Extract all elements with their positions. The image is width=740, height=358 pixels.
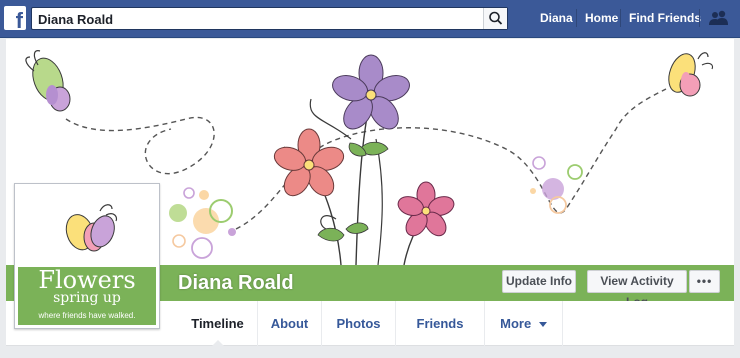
tab-friends[interactable]: Friends (396, 301, 485, 346)
chevron-down-icon (538, 321, 547, 327)
search-button[interactable] (483, 8, 507, 29)
nav-find-friends-link[interactable]: Find Friends (629, 11, 701, 25)
butterfly-icon (65, 204, 118, 252)
tab-label: About (270, 316, 309, 331)
facebook-logo[interactable]: f (4, 6, 26, 33)
top-bar: f Diana Home Find Friends (0, 0, 740, 38)
tab-label: Timeline (191, 316, 244, 331)
nav-divider (620, 9, 621, 27)
nav-divider (699, 9, 700, 27)
profile-picture[interactable]: Flowers spring up where friends have wal… (14, 183, 160, 329)
search-box (31, 7, 508, 30)
nav-profile-link[interactable]: Diana (540, 11, 573, 25)
tab-label: Photos (336, 316, 381, 331)
search-input[interactable] (38, 10, 478, 28)
tab-more[interactable]: More (485, 301, 563, 346)
profile-picture-tagline: where friends have walked. (38, 311, 136, 320)
view-activity-log-button[interactable]: View Activity Log (587, 270, 687, 309)
more-options-button[interactable]: ••• (689, 270, 720, 293)
search-icon (489, 11, 503, 25)
facebook-logo-letter: f (15, 8, 23, 33)
profile-picture-image: Flowers spring up where friends have wal… (18, 187, 156, 325)
tab-photos[interactable]: Photos (322, 301, 396, 346)
update-info-button[interactable]: Update Info (502, 270, 576, 293)
nav-divider (576, 9, 577, 27)
nav-home-link[interactable]: Home (585, 11, 618, 25)
profile-picture-subtitle: spring up (53, 290, 121, 306)
tab-label: Friends (416, 316, 464, 331)
tab-label: More (500, 316, 532, 331)
tab-timeline[interactable]: Timeline (178, 301, 258, 347)
tab-about[interactable]: About (258, 301, 322, 346)
profile-name[interactable]: Diana Roald (178, 272, 294, 295)
friend-requests-icon[interactable] (709, 10, 729, 26)
